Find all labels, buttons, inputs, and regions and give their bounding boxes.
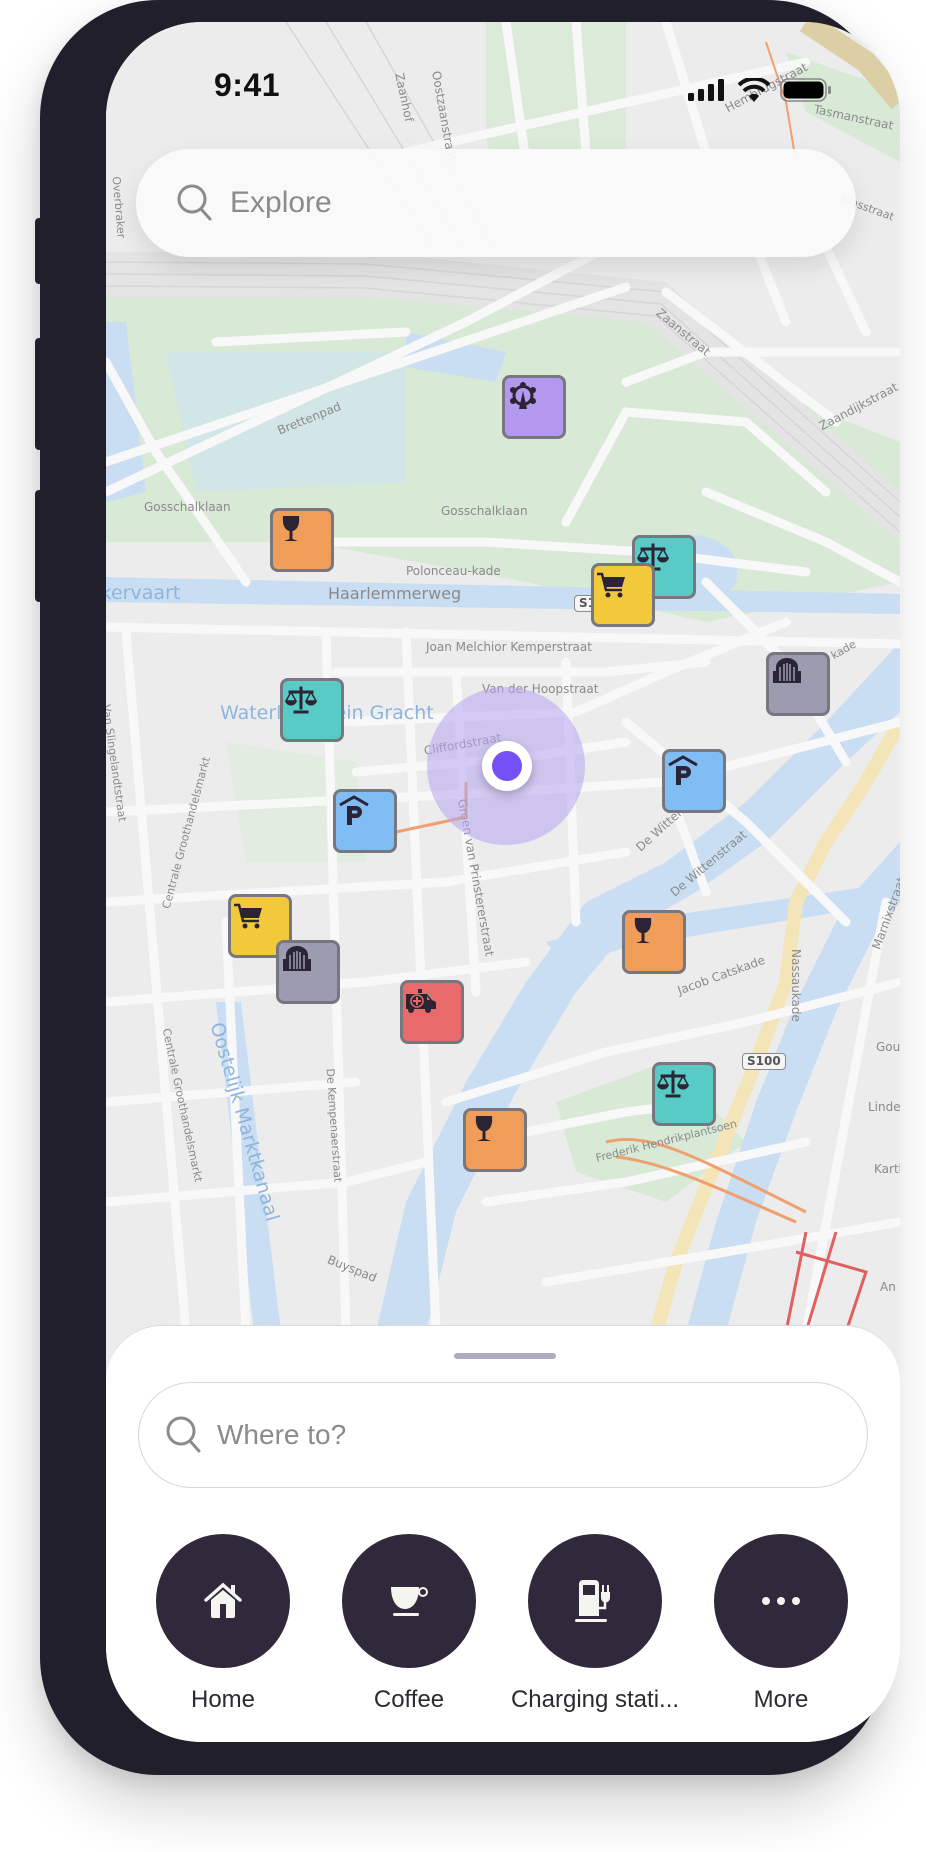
scales-icon <box>284 686 318 714</box>
user-location-dot[interactable] <box>482 741 532 791</box>
wine-glass-icon <box>634 918 652 943</box>
road-label: Polonceau-kade <box>406 564 501 578</box>
cellular-signal-icon <box>688 79 724 101</box>
status-time: 9:41 <box>214 67 281 103</box>
bottom-sheet[interactable]: Where to? Home Coffee Charging stati... … <box>106 1325 900 1742</box>
wifi-icon <box>738 78 770 102</box>
map-marker-bar[interactable] <box>270 508 334 572</box>
battery-full-icon <box>780 78 831 102</box>
map-marker-courthouse[interactable] <box>280 678 344 742</box>
volume-down-button <box>35 490 43 602</box>
shortcut-coffee[interactable]: Coffee <box>319 1534 499 1714</box>
explore-search-placeholder: Explore <box>230 186 332 219</box>
ev-charging-station-icon <box>575 1580 610 1622</box>
search-icon <box>177 184 212 221</box>
map-marker-gate[interactable] <box>766 652 830 716</box>
shortcut-coffee-label: Coffee <box>373 1686 445 1713</box>
road-label: Gosschalklaan <box>144 500 231 514</box>
shortcut-charging-station-label: Charging stati... <box>510 1686 680 1713</box>
ferris-wheel-icon <box>510 382 536 409</box>
water-label: Westergasfabriekervaart <box>106 582 181 604</box>
road-label: Gosschalklaan <box>441 504 528 518</box>
gate-icon <box>283 946 311 971</box>
map-marker-bar[interactable] <box>463 1108 527 1172</box>
shortcut-charging-station[interactable]: Charging stati... <box>505 1534 685 1714</box>
road-label: Nassaukade <box>789 949 803 1022</box>
road-label: Joan Melchior Kemperstraat <box>426 640 592 654</box>
action-button <box>35 218 43 284</box>
parking-garage-icon <box>339 795 369 825</box>
scales-icon <box>656 1070 690 1098</box>
shortcut-more-button[interactable] <box>714 1534 848 1668</box>
where-to-search-input[interactable]: Where to? <box>138 1382 868 1488</box>
map-marker-gate[interactable] <box>276 940 340 1004</box>
sheet-drag-handle[interactable] <box>454 1353 556 1359</box>
map-marker-parking[interactable] <box>333 789 397 853</box>
explore-search-bar[interactable]: Explore <box>136 149 856 257</box>
map-marker-shop[interactable] <box>591 563 655 627</box>
road-label: Haarlemmerweg <box>328 584 462 603</box>
shortcut-home-button[interactable] <box>156 1534 290 1668</box>
screen: Zaanhof Oostzaanstraat Hembrugstraat Tas… <box>106 22 900 1742</box>
map-marker-courthouse[interactable] <box>652 1062 716 1126</box>
shortcut-coffee-button[interactable] <box>342 1534 476 1668</box>
wine-glass-icon <box>282 516 300 541</box>
road-label: An <box>880 1280 896 1294</box>
status-bar: 9:41 <box>106 22 900 122</box>
search-icon <box>166 1416 201 1453</box>
more-horizontal-icon <box>762 1597 800 1605</box>
wine-glass-icon <box>475 1116 493 1141</box>
volume-up-button <box>35 338 43 450</box>
home-icon <box>204 1582 242 1618</box>
shopping-cart-icon <box>234 903 262 929</box>
map-marker-bar[interactable] <box>622 910 686 974</box>
shortcut-home[interactable]: Home <box>133 1534 313 1714</box>
where-to-placeholder: Where to? <box>217 1419 347 1450</box>
shortcut-more-label: More <box>753 1686 809 1713</box>
map-marker-amusement-park[interactable] <box>502 375 566 439</box>
map-marker-hospital[interactable] <box>400 980 464 1044</box>
shortcut-home-label: Home <box>190 1686 256 1713</box>
shortcut-more[interactable]: More <box>691 1534 871 1714</box>
road-label: Lindeng <box>868 1100 900 1114</box>
gate-icon <box>773 658 801 683</box>
coffee-cup-icon <box>391 1587 428 1616</box>
road-shield: S100 <box>742 1053 786 1070</box>
road-label: Karth <box>874 1162 900 1176</box>
road-label: Gou <box>876 1040 900 1054</box>
phone-frame: Zaanhof Oostzaanstraat Hembrugstraat Tas… <box>35 0 900 1775</box>
parking-garage-icon <box>668 755 698 785</box>
shortcut-charging-station-button[interactable] <box>528 1534 662 1668</box>
user-location-dot-core <box>492 751 522 781</box>
ambulance-icon <box>406 989 436 1013</box>
map-marker-parking[interactable] <box>662 749 726 813</box>
shopping-cart-icon <box>597 572 625 598</box>
